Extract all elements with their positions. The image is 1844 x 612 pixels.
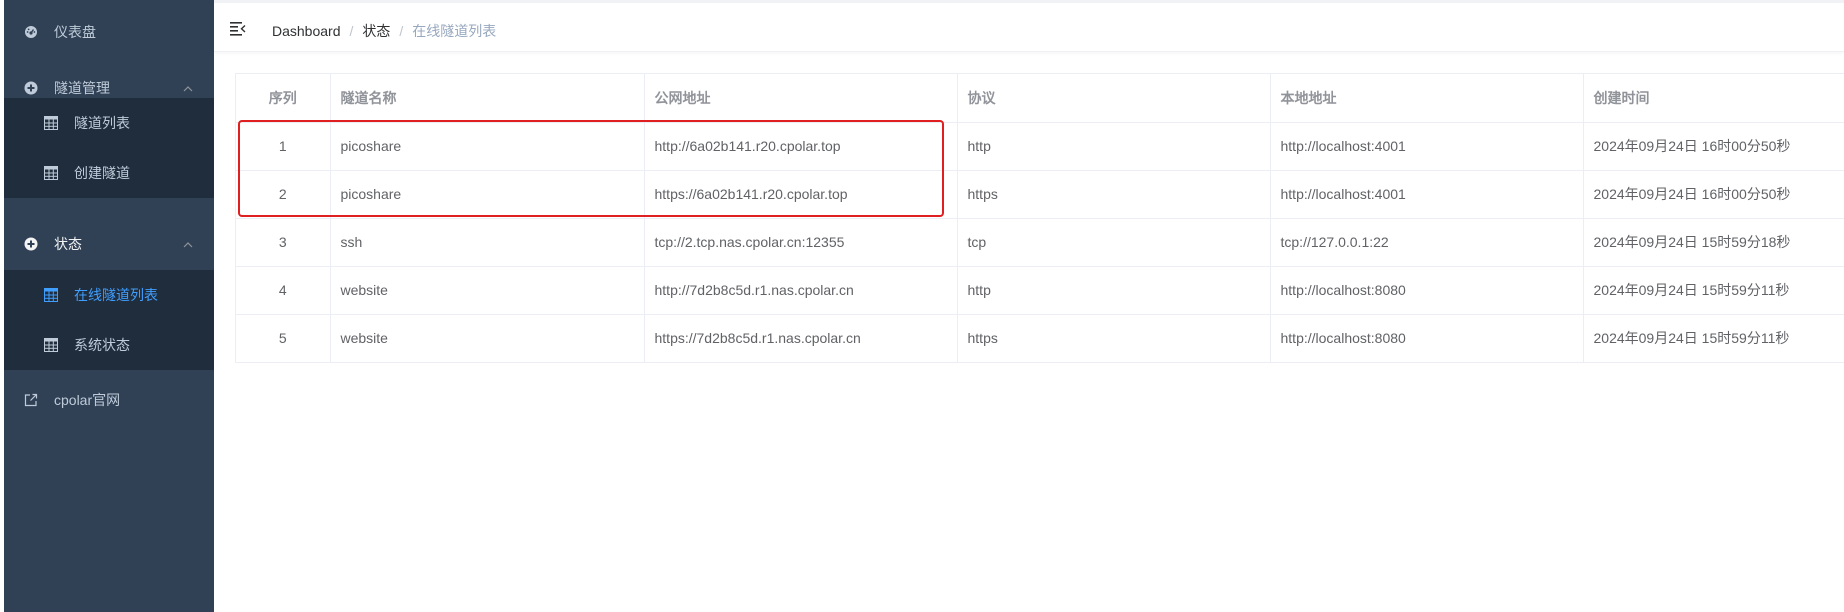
- cell-public-url: http://6a02b141.r20.cpolar.top: [644, 122, 958, 171]
- cell-public-url: tcp://2.tcp.nas.cpolar.cn:12355: [644, 218, 958, 267]
- table-row: 4 website http://7d2b8c5d.r1.nas.cpolar.…: [236, 266, 1844, 315]
- cell-local-address: http://localhost:4001: [1270, 122, 1584, 171]
- grid-icon: [44, 166, 58, 180]
- cell-protocol: http: [957, 122, 1271, 171]
- cell-tunnel-name: website: [330, 314, 645, 363]
- breadcrumb-current: 在线隧道列表: [412, 23, 497, 39]
- sidebar-item-online-tunnels[interactable]: 在线隧道列表: [4, 270, 214, 320]
- cell-protocol: https: [957, 314, 1271, 363]
- table-row: 1 picoshare http://6a02b141.r20.cpolar.t…: [236, 122, 1844, 171]
- table-row: 5 website https://7d2b8c5d.r1.nas.cpolar…: [236, 314, 1844, 363]
- breadcrumb-separator: /: [349, 23, 354, 39]
- cell-index: 2: [236, 170, 331, 219]
- cell-protocol: https: [957, 170, 1271, 219]
- menu-label-dashboard: 仪表盘: [54, 24, 96, 40]
- sidebar-item-system-status[interactable]: 系统状态: [4, 320, 214, 370]
- sidebar-item-tunnel-list[interactable]: 隧道列表: [4, 98, 214, 148]
- circle-plus-icon: [24, 81, 38, 95]
- cell-index: 3: [236, 218, 331, 267]
- sidebar: 仪表盘 隧道管理 隧道列表 创建隧道 状态 在线隧道列表 系统状态 cpolar…: [4, 0, 214, 612]
- sidebar-label-online-tunnels: 在线隧道列表: [74, 287, 158, 303]
- breadcrumb-separator: /: [399, 23, 404, 39]
- table-row: 3 ssh tcp://2.tcp.nas.cpolar.cn:12355 tc…: [236, 218, 1844, 267]
- submenu-status: 在线隧道列表 系统状态: [4, 270, 214, 370]
- breadcrumb-home[interactable]: Dashboard: [272, 23, 341, 39]
- cell-tunnel-name: ssh: [330, 218, 645, 267]
- cell-index: 4: [236, 266, 331, 315]
- hamburger-icon[interactable]: [230, 20, 246, 36]
- table-header-row: 序列 隧道名称 公网地址 协议 本地地址 创建时间: [236, 74, 1844, 123]
- cell-index: 1: [236, 122, 331, 171]
- grid-icon: [44, 288, 58, 302]
- breadcrumb: Dashboard / 状态 / 在线隧道列表: [272, 21, 496, 41]
- cell-local-address: http://localhost:8080: [1270, 314, 1584, 363]
- column-header-index: 序列: [236, 74, 331, 123]
- cell-protocol: http: [957, 266, 1271, 315]
- cell-created-time: 2024年09月24日 15时59分18秒: [1583, 218, 1844, 267]
- sidebar-label-tunnel-list: 隧道列表: [74, 115, 130, 131]
- sidebar-label-create-tunnel: 创建隧道: [74, 165, 130, 181]
- dashboard-icon: [24, 25, 38, 39]
- menu-label-tunnel-management: 隧道管理: [54, 80, 110, 96]
- cell-tunnel-name: picoshare: [330, 170, 645, 219]
- cell-local-address: tcp://127.0.0.1:22: [1270, 218, 1584, 267]
- cell-created-time: 2024年09月24日 16时00分50秒: [1583, 122, 1844, 171]
- menu-item-status[interactable]: 状态: [4, 216, 214, 272]
- cell-protocol: tcp: [957, 218, 1271, 267]
- cell-created-time: 2024年09月24日 15时59分11秒: [1583, 266, 1844, 315]
- chevron-up-icon: [182, 82, 194, 94]
- menu-item-dashboard[interactable]: 仪表盘: [4, 4, 214, 60]
- column-header-created-time: 创建时间: [1583, 74, 1844, 123]
- column-header-tunnel-name: 隧道名称: [330, 74, 645, 123]
- navbar: Dashboard / 状态 / 在线隧道列表: [214, 0, 1844, 52]
- grid-icon: [44, 116, 58, 130]
- column-header-protocol: 协议: [957, 74, 1271, 123]
- cell-tunnel-name: picoshare: [330, 122, 645, 171]
- table-row: 2 picoshare https://6a02b141.r20.cpolar.…: [236, 170, 1844, 219]
- cell-created-time: 2024年09月24日 15时59分11秒: [1583, 314, 1844, 363]
- cell-created-time: 2024年09月24日 16时00分50秒: [1583, 170, 1844, 219]
- column-header-public-url: 公网地址: [644, 74, 958, 123]
- breadcrumb-status[interactable]: 状态: [362, 21, 390, 41]
- circle-plus-icon: [24, 237, 38, 251]
- sidebar-item-create-tunnel[interactable]: 创建隧道: [4, 148, 214, 198]
- submenu-tunnel-management: 隧道列表 创建隧道: [4, 98, 214, 198]
- menu-label-official-site: cpolar官网: [54, 392, 121, 408]
- cell-local-address: http://localhost:4001: [1270, 170, 1584, 219]
- grid-icon: [44, 338, 58, 352]
- menu-label-status: 状态: [54, 236, 82, 252]
- online-tunnels-table: 序列 隧道名称 公网地址 协议 本地地址 创建时间 1 picoshare ht…: [235, 73, 1844, 363]
- chevron-up-icon: [182, 238, 194, 250]
- sidebar-label-system-status: 系统状态: [74, 337, 130, 353]
- menu-item-official-site[interactable]: cpolar官网: [4, 372, 214, 428]
- external-link-icon: [24, 393, 38, 407]
- column-header-local-address: 本地地址: [1270, 74, 1584, 123]
- cell-public-url: https://7d2b8c5d.r1.nas.cpolar.cn: [644, 314, 958, 363]
- cell-tunnel-name: website: [330, 266, 645, 315]
- cell-public-url: http://7d2b8c5d.r1.nas.cpolar.cn: [644, 266, 958, 315]
- cell-public-url: https://6a02b141.r20.cpolar.top: [644, 170, 958, 219]
- cell-index: 5: [236, 314, 331, 363]
- cell-local-address: http://localhost:8080: [1270, 266, 1584, 315]
